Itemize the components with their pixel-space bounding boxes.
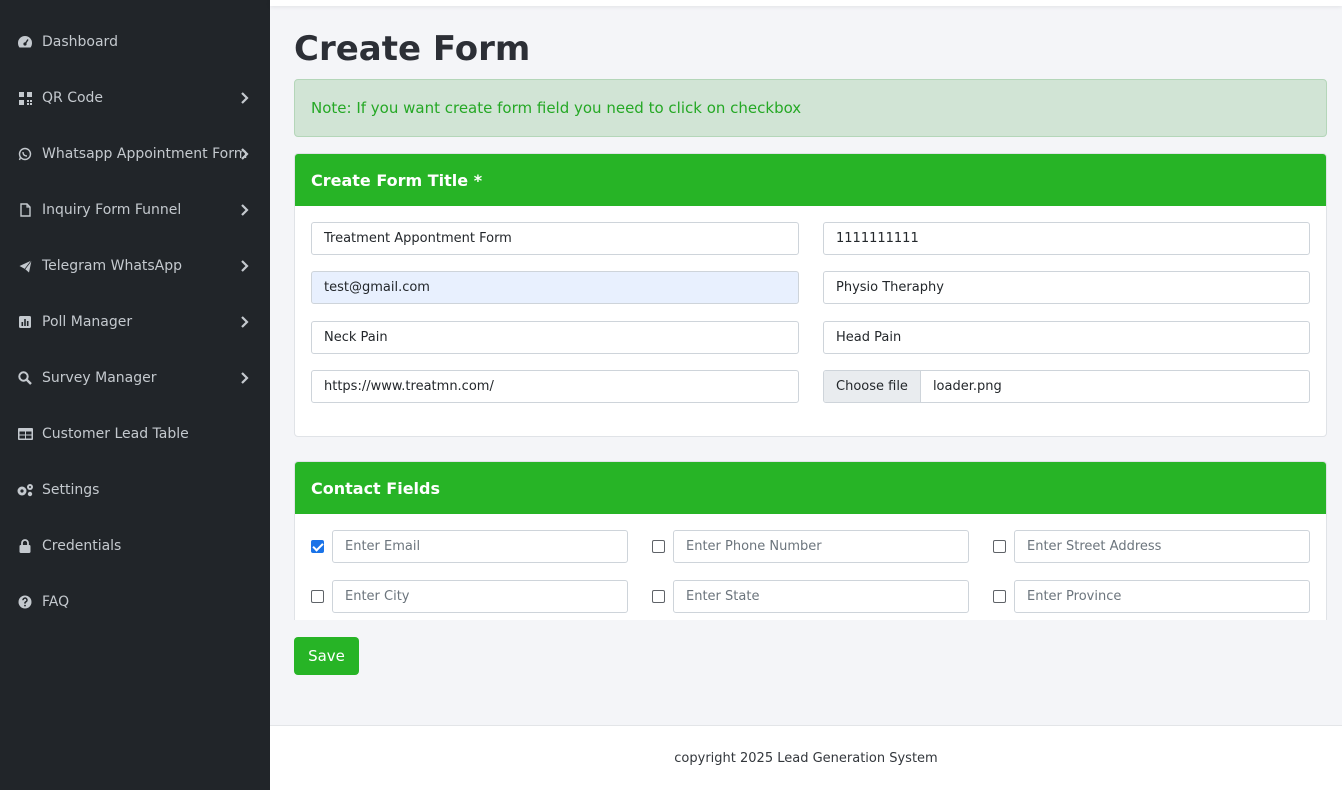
file-name: loader.png bbox=[932, 379, 1002, 394]
email-field[interactable]: Enter Email bbox=[332, 530, 628, 563]
form-title-input[interactable]: Treatment Appontment Form bbox=[311, 222, 799, 255]
phone-input[interactable]: 1111111111 bbox=[823, 222, 1310, 255]
poll-icon bbox=[16, 314, 34, 330]
dashboard-icon bbox=[16, 34, 34, 50]
category-input[interactable]: Physio Theraphy bbox=[823, 271, 1310, 304]
page-title: Create Form bbox=[294, 29, 531, 69]
sidebar-item-settings[interactable]: Settings bbox=[0, 462, 270, 518]
note-alert: Note: If you want create form field you … bbox=[294, 79, 1327, 137]
search-icon bbox=[16, 370, 34, 386]
footer: copyright 2025 Lead Generation System bbox=[270, 725, 1342, 790]
city-field[interactable]: Enter City bbox=[332, 580, 628, 613]
province-field[interactable]: Enter Province bbox=[1014, 580, 1310, 613]
note-text: Note: If you want create form field you … bbox=[311, 99, 802, 117]
sidebar-item-label: Credentials bbox=[42, 538, 122, 554]
sidebar-item-label: Whatsapp Appointment Form bbox=[42, 146, 248, 162]
sidebar-item-faq[interactable]: FAQ bbox=[0, 574, 270, 630]
chevron-right-icon bbox=[241, 204, 249, 216]
sidebar-item-dashboard[interactable]: Dashboard bbox=[0, 14, 270, 70]
save-button[interactable]: Save bbox=[294, 637, 359, 675]
file-input[interactable]: Choose file loader.png bbox=[823, 370, 1310, 403]
sidebar-item-telegram-whatsapp[interactable]: Telegram WhatsApp bbox=[0, 238, 270, 294]
phone-number-field[interactable]: Enter Phone Number bbox=[673, 530, 969, 563]
top-bar bbox=[270, 0, 1342, 6]
province-field-checkbox[interactable] bbox=[993, 590, 1006, 603]
chevron-right-icon bbox=[241, 92, 249, 104]
sidebar-item-survey-manager[interactable]: Survey Manager bbox=[0, 350, 270, 406]
whatsapp-icon bbox=[16, 146, 34, 162]
phone-field-checkbox[interactable] bbox=[652, 540, 665, 553]
sidebar-item-label: Dashboard bbox=[42, 34, 118, 50]
sidebar-item-label: FAQ bbox=[42, 594, 70, 610]
email-input[interactable]: test@gmail.com bbox=[311, 271, 799, 304]
choose-file-button[interactable]: Choose file bbox=[824, 371, 921, 402]
file-icon bbox=[16, 202, 34, 218]
chevron-right-icon bbox=[241, 372, 249, 384]
sidebar-item-label: Poll Manager bbox=[42, 314, 133, 330]
sidebar-item-whatsapp-appointment-form[interactable]: Whatsapp Appointment Form bbox=[0, 126, 270, 182]
state-field-checkbox[interactable] bbox=[652, 590, 665, 603]
contact-fields-card-header: Contact Fields bbox=[295, 462, 1326, 514]
street-address-field-checkbox[interactable] bbox=[993, 540, 1006, 553]
chevron-right-icon bbox=[241, 316, 249, 328]
gears-icon bbox=[16, 482, 34, 498]
sidebar-item-label: Survey Manager bbox=[42, 370, 157, 386]
street-address-field[interactable]: Enter Street Address bbox=[1014, 530, 1310, 563]
state-field[interactable]: Enter State bbox=[673, 580, 969, 613]
sidebar-item-poll-manager[interactable]: Poll Manager bbox=[0, 294, 270, 350]
option-one-input[interactable]: Neck Pain bbox=[311, 321, 799, 354]
city-field-checkbox[interactable] bbox=[311, 590, 324, 603]
chevron-right-icon bbox=[241, 260, 249, 272]
sidebar-item-label: Settings bbox=[42, 482, 100, 498]
table-icon bbox=[16, 426, 34, 442]
question-icon bbox=[16, 594, 34, 610]
sidebar-item-label: Telegram WhatsApp bbox=[42, 258, 183, 274]
sidebar-item-customer-lead-table[interactable]: Customer Lead Table bbox=[0, 406, 270, 462]
sidebar-item-inquiry-form-funnel[interactable]: Inquiry Form Funnel bbox=[0, 182, 270, 238]
url-input[interactable]: https://www.treatmn.com/ bbox=[311, 370, 799, 403]
sidebar-item-credentials[interactable]: Credentials bbox=[0, 518, 270, 574]
sidebar-item-label: QR Code bbox=[42, 90, 104, 106]
chevron-right-icon bbox=[241, 148, 249, 160]
sidebar-item-label: Customer Lead Table bbox=[42, 426, 189, 442]
telegram-icon bbox=[16, 258, 34, 274]
sidebar: Dashboard QR Code Whatsapp Appointment F… bbox=[0, 0, 270, 790]
sidebar-item-label: Inquiry Form Funnel bbox=[42, 202, 182, 218]
sidebar-item-qr-code[interactable]: QR Code bbox=[0, 70, 270, 126]
option-two-input[interactable]: Head Pain bbox=[823, 321, 1310, 354]
email-field-checkbox[interactable] bbox=[311, 540, 324, 553]
copyright-text: copyright 2025 Lead Generation System bbox=[674, 750, 938, 766]
qrcode-icon bbox=[16, 90, 34, 106]
form-title-card-header: Create Form Title * bbox=[295, 154, 1326, 206]
lock-icon bbox=[16, 538, 34, 554]
